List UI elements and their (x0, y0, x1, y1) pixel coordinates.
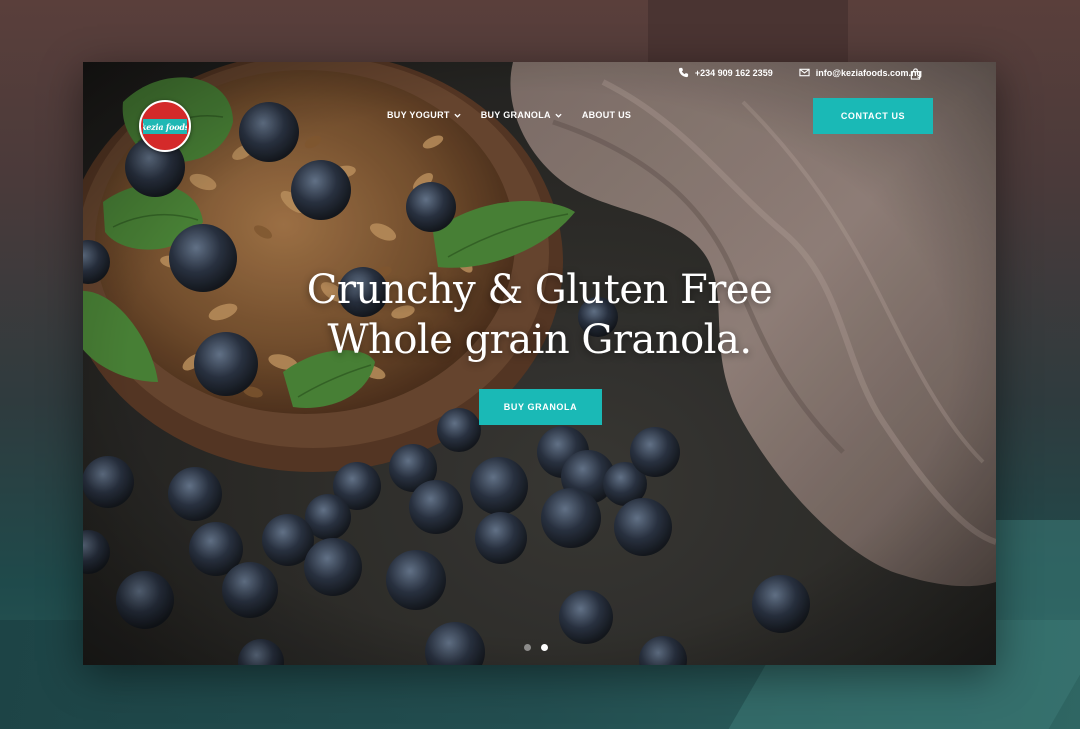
slider-dot-1[interactable] (524, 644, 531, 651)
utility-bar: +234 909 162 2359 info@keziafoods.com.ng (678, 67, 922, 78)
phone-icon (678, 67, 688, 78)
website-preview: +234 909 162 2359 info@keziafoods.com.ng… (83, 62, 996, 665)
hero-title-line-1: Crunchy & Gluten Free (306, 267, 773, 313)
envelope-icon (799, 68, 810, 77)
buy-granola-button[interactable]: BUY GRANOLA (479, 389, 602, 425)
backdrop-panel (648, 0, 848, 62)
hero-title: Crunchy & Gluten Free Whole grain Granol… (83, 265, 996, 365)
chevron-down-icon (454, 113, 461, 118)
logo-wordmark: kezia foods (143, 119, 187, 134)
contact-us-button[interactable]: CONTACT US (813, 98, 933, 134)
slider-dot-2[interactable] (541, 644, 548, 651)
main-nav: BUY YOGURT BUY GRANOLA ABOUT US (387, 110, 631, 120)
nav-item-label: ABOUT US (581, 110, 632, 120)
phone-number: +234 909 162 2359 (694, 67, 773, 78)
nav-item-label: BUY YOGURT (387, 110, 450, 120)
nav-item-buy-yogurt[interactable]: BUY YOGURT (387, 110, 461, 120)
nav-item-about-us[interactable]: ABOUT US (582, 110, 631, 120)
hero-title-line-2: Whole grain Granola. (327, 317, 752, 363)
nav-item-buy-granola[interactable]: BUY GRANOLA (481, 110, 562, 120)
slider-dots (524, 644, 548, 651)
site-logo[interactable]: kezia foods (139, 100, 191, 152)
shopping-bag-icon[interactable] (910, 68, 921, 80)
phone-contact[interactable]: +234 909 162 2359 (678, 67, 773, 78)
email-address: info@keziafoods.com.ng (815, 67, 922, 78)
email-contact[interactable]: info@keziafoods.com.ng (799, 67, 922, 78)
chevron-down-icon (555, 113, 562, 118)
nav-item-label: BUY GRANOLA (480, 110, 551, 120)
